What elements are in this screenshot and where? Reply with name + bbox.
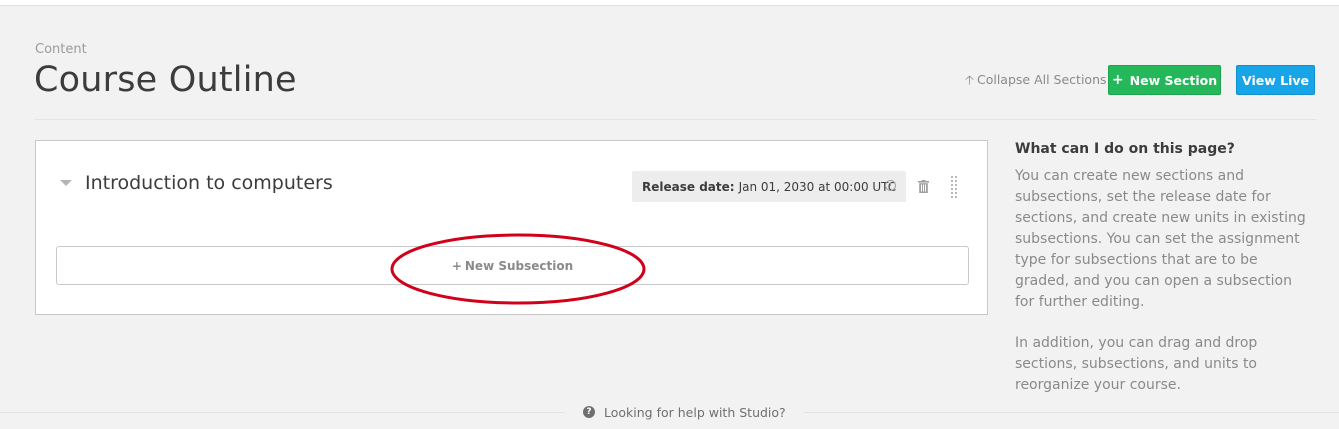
trash-icon[interactable] [918,180,929,193]
new-section-button[interactable]: + New Section [1108,65,1221,95]
top-bar [0,0,1339,6]
clock-icon [885,180,896,191]
new-section-label: New Section [1129,72,1218,88]
help-title: What can I do on this page? [1015,141,1235,157]
drag-handle-icon[interactable] [950,175,958,199]
release-date-label: Release date: [642,179,735,194]
collapse-all-sections-link[interactable]: 🡡 Collapse All Sections [965,71,1107,92]
help-paragraph: In addition, you can drag and drop secti… [1015,335,1258,393]
help-text: You can create new sections and subsecti… [1015,166,1315,416]
section-title[interactable]: Introduction to computers [85,172,333,194]
help-paragraph: You can create new sections and subsecti… [1015,168,1306,310]
question-circle-icon: ? [583,406,595,418]
release-date-box[interactable]: Release date: Jan 01, 2030 at 00:00 UTC [632,171,906,202]
section-card [35,140,988,315]
collapse-all-label: Collapse All Sections [976,72,1107,87]
page-subtitle: Content [35,42,87,57]
release-date-value: Jan 01, 2030 at 00:00 UTC [738,179,897,194]
chevron-down-icon[interactable] [60,180,72,186]
studio-help-link[interactable]: ? Looking for help with Studio? [565,402,804,422]
plus-icon: + [1111,72,1124,88]
header-divider [35,119,1316,120]
plus-icon: + [451,258,462,273]
view-live-button[interactable]: View Live [1236,65,1315,95]
arrow-up-icon: 🡡 [965,72,974,87]
new-subsection-button[interactable]: + New Subsection [56,246,969,285]
page-title: Course Outline [34,60,297,100]
studio-help-label: Looking for help with Studio? [604,404,786,420]
new-subsection-label: New Subsection [464,258,574,273]
view-live-label: View Live [1242,72,1309,88]
